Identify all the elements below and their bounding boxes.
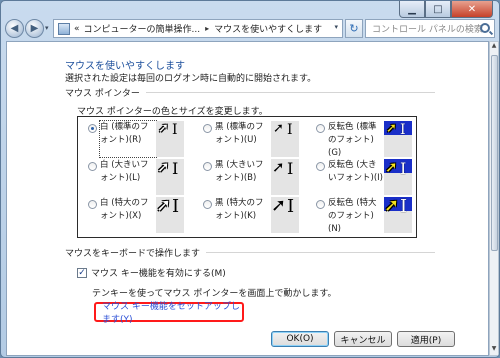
content-pane: マウスを使いやすくします 選択された設定は毎回のログオン時に自動的に開始されます…	[6, 41, 489, 356]
radio-button[interactable]	[88, 200, 97, 209]
scheme-label: 黒 (標準のフォント)(U)	[215, 122, 264, 145]
scheme-inverted-xlarge[interactable]: 反転色 (特大のフォント)(N) ➚ I	[316, 195, 412, 236]
mouse-keys-note: テンキーを使ってマウス ポインターを画面上で動かします。	[92, 289, 337, 299]
scheme-inverted-large[interactable]: 反転色 (大きいフォント)(I) ➚ I	[316, 158, 412, 195]
control-panel-icon	[58, 22, 70, 35]
radio-button[interactable]	[203, 200, 212, 209]
pointer-preview: ➚ I	[384, 195, 412, 233]
scheme-black-large[interactable]: 黒 (大きいフォント)(B) ➚ I	[203, 158, 299, 195]
pointer-scheme-group: 白 (標準のフォント)(R) ➚ I 黒 (標準のフォント)(U) ➚ I 反転色 …	[77, 116, 417, 238]
scroll-up-arrow[interactable]: ▲	[490, 42, 498, 52]
radio-button[interactable]	[316, 162, 325, 171]
refresh-button[interactable]: ↻	[345, 19, 363, 38]
scheme-white-xlarge[interactable]: 白 (特大のフォント)(X) ➚ I	[88, 195, 184, 233]
scheme-label: 白 (大きいフォント)(L)	[100, 160, 149, 183]
section-mouse-pointer: マウス ポインター	[65, 86, 435, 99]
maximize-button[interactable]: □	[425, 1, 451, 18]
pointer-preview: ➚ I	[384, 158, 412, 195]
radio-button[interactable]	[316, 200, 325, 209]
search-input[interactable]: コントロール パネルの検索	[365, 19, 495, 38]
address-bar[interactable]: « コンピューターの簡単操作... ▸ マウスを使いやすくします ▾	[53, 19, 343, 38]
section-keyboard-control: マウスをキーボードで操作します	[65, 246, 435, 259]
section-title: マウス ポインター	[65, 88, 140, 99]
vertical-scrollbar[interactable]: ▲ ▼	[489, 41, 499, 356]
breadcrumb-item-mouse[interactable]: マウスを使いやすくします	[214, 22, 322, 35]
radio-button[interactable]	[203, 124, 212, 133]
cancel-button[interactable]: キャンセル	[334, 331, 392, 347]
control-panel-window: ▁ □ ✕ ◀ ▶ ▾ « コンピューターの簡単操作... ▸ マウスを使いやす…	[0, 0, 500, 358]
scheme-inverted-normal[interactable]: 反転色 (標準のフォント)(G) ➚ I	[316, 121, 412, 160]
scheme-label: 反転色 (特大のフォント)(N)	[328, 198, 377, 234]
scheme-white-large[interactable]: 白 (大きいフォント)(L) ➚ I	[88, 158, 184, 195]
breadcrumb-prefix[interactable]: «	[74, 24, 80, 34]
page-title: マウスを使いやすくします	[65, 61, 185, 72]
scheme-label: 黒 (大きいフォント)(B)	[215, 160, 264, 183]
scroll-down-arrow[interactable]: ▼	[490, 345, 498, 355]
page-description: 選択された設定は毎回のログオン時に自動的に開始されます。	[65, 74, 317, 84]
scheme-label: 反転色 (標準のフォント)(G)	[328, 122, 377, 158]
mouse-keys-checkbox[interactable]: ✓	[77, 267, 87, 278]
breadcrumb-item-ease-of-access[interactable]: コンピューターの簡単操作...	[84, 22, 201, 35]
minimize-button[interactable]: ▁	[399, 1, 425, 18]
section-title: マウスをキーボードで操作します	[65, 248, 201, 259]
breadcrumb-separator[interactable]: ▸	[205, 24, 209, 33]
ok-button[interactable]: OK(O)	[271, 331, 329, 347]
pointer-preview: ➚ I	[271, 121, 299, 157]
radio-button[interactable]	[88, 162, 97, 171]
scheme-white-normal[interactable]: 白 (標準のフォント)(R) ➚ I	[88, 120, 184, 158]
forward-button[interactable]: ▶	[25, 19, 44, 38]
pointer-preview: ➚ I	[156, 195, 184, 233]
close-button[interactable]: ✕	[451, 1, 493, 18]
scheme-black-normal[interactable]: 黒 (標準のフォント)(U) ➚ I	[203, 121, 299, 157]
apply-button[interactable]: 適用(P)	[397, 331, 455, 347]
scheme-label: 白 (特大のフォント)(X)	[100, 198, 149, 221]
search-placeholder: コントロール パネルの検索	[372, 25, 483, 35]
pointer-preview: ➚ I	[156, 121, 184, 157]
navigation-bar: ◀ ▶ ▾ « コンピューターの簡単操作... ▸ マウスを使いやすくします ▾…	[1, 18, 499, 40]
radio-button[interactable]	[88, 124, 97, 133]
window-controls: ▁ □ ✕	[399, 1, 493, 18]
recent-pages-dropdown[interactable]: ▾	[45, 24, 49, 32]
setup-mouse-keys-link[interactable]: マウス キー機能をセットアップします(Y)	[94, 302, 244, 325]
pointer-preview: ➚ I	[384, 121, 412, 157]
scheme-black-xlarge[interactable]: 黒 (特大のフォント)(K) ➚ I	[203, 195, 299, 233]
pointer-preview: ➚ I	[156, 158, 184, 195]
scroll-thumb[interactable]	[491, 55, 498, 251]
radio-button[interactable]	[203, 162, 212, 171]
radio-button[interactable]	[316, 124, 325, 133]
mouse-keys-label[interactable]: マウス キー機能を有効にする(M)	[91, 266, 226, 279]
pointer-preview: ➚ I	[271, 158, 299, 195]
pointer-preview: ➚ I	[271, 195, 299, 233]
back-button[interactable]: ◀	[5, 19, 24, 38]
scheme-label: 黒 (特大のフォント)(K)	[215, 198, 264, 221]
search-icon[interactable]	[480, 23, 490, 33]
mouse-keys-option[interactable]: ✓ マウス キー機能を有効にする(M)	[77, 266, 226, 279]
address-dropdown-icon[interactable]: ▾	[334, 23, 338, 31]
scheme-label: 白 (標準のフォント)(R)	[99, 120, 157, 158]
scheme-label: 反転色 (大きいフォント)(I)	[328, 160, 383, 183]
